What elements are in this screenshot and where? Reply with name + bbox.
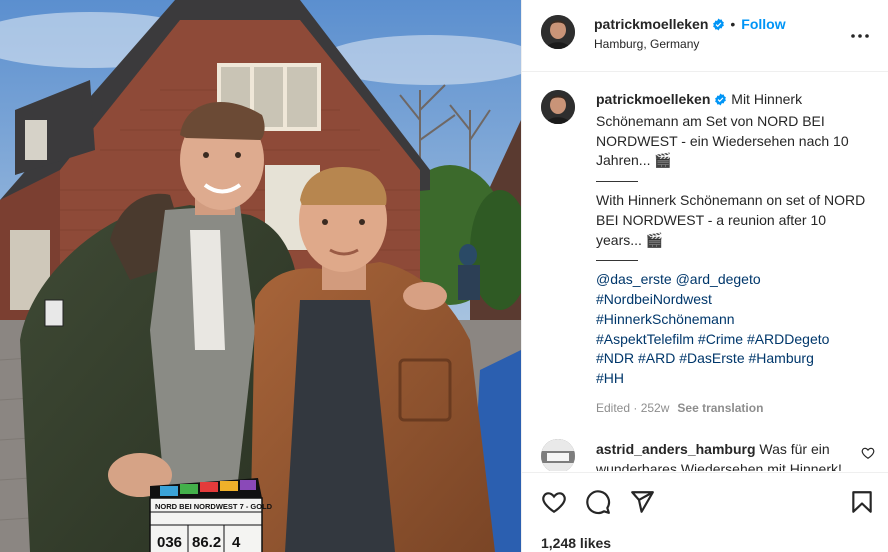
author-avatar[interactable] — [541, 15, 575, 49]
heart-icon[interactable] — [541, 489, 567, 515]
commenter-avatar[interactable] — [541, 439, 575, 471]
clapper-take: 4 — [232, 534, 241, 551]
comment-text: astrid_anders_hamburg Was für ein wunder… — [596, 440, 866, 471]
edited-timestamp: Edited · 252w — [596, 400, 670, 415]
avatar-image — [541, 90, 575, 124]
verified-badge-icon — [712, 17, 725, 35]
post-header: patrickmoelleken • Follow Hamburg, Germany — [522, 0, 888, 72]
post-location[interactable]: Hamburg, Germany — [594, 37, 699, 51]
clapper-scene: 86.2 — [192, 534, 221, 551]
caption-line-en: With Hinnerk Schönemann on set of NORD B… — [596, 191, 866, 248]
comment-item: astrid_anders_hamburg Was für ein wunder… — [541, 437, 881, 471]
verified-badge-icon — [714, 92, 727, 112]
caption-separator: ——— — [596, 251, 638, 268]
clapperboard: NORD BEI NORDWEST 7 - GOLD 036 86.2 4 — [149, 478, 273, 552]
share-icon[interactable] — [629, 489, 655, 515]
post-actions: 1,248 likes — [522, 472, 888, 552]
caption-meta: Edited · 252w See translation — [596, 399, 874, 418]
hashtag-line[interactable]: #AspektTelefilm #Crime #ARDDegeto — [596, 330, 874, 350]
caption-mentions[interactable]: @das_erste @ard_degeto — [596, 270, 874, 290]
clapper-title: NORD BEI NORDWEST 7 - GOLD — [155, 502, 273, 511]
hashtag-line[interactable]: #NDR #ARD #DasErste #Hamburg — [596, 349, 874, 369]
photo-illustration: NORD BEI NORDWEST 7 - GOLD 036 86.2 4 — [0, 0, 521, 552]
clapper-roll: 036 — [157, 534, 182, 551]
author-username[interactable]: patrickmoelleken — [594, 16, 708, 32]
hashtag-line[interactable]: #HinnerkSchönemann — [596, 310, 874, 330]
comment-icon[interactable] — [585, 489, 611, 515]
follow-button[interactable]: Follow — [741, 16, 785, 32]
caption-username[interactable]: patrickmoelleken — [596, 91, 710, 107]
more-options-icon[interactable] — [850, 26, 870, 46]
post-caption: patrickmoelleken Mit Hinnerk Schönemann … — [541, 86, 881, 418]
caption-separator: ——— — [596, 172, 638, 189]
like-count[interactable]: 1,248 likes — [541, 535, 611, 551]
see-translation-button[interactable]: See translation — [677, 401, 763, 415]
bookmark-icon[interactable] — [849, 489, 875, 515]
hashtag-line[interactable]: #HH — [596, 369, 874, 389]
caption-avatar[interactable] — [541, 90, 575, 124]
comment-like-icon[interactable] — [861, 446, 875, 460]
post-photo[interactable]: NORD BEI NORDWEST 7 - GOLD 036 86.2 4 — [0, 0, 521, 552]
hashtag-line[interactable]: #NordbeiNordwest — [596, 290, 874, 310]
comment-username[interactable]: astrid_anders_hamburg — [596, 441, 756, 457]
avatar-image — [541, 439, 575, 471]
post-detail-panel: patrickmoelleken • Follow Hamburg, Germany… — [521, 0, 888, 552]
header-dot: • — [730, 16, 736, 32]
header-name-row: patrickmoelleken • Follow — [594, 15, 786, 35]
avatar-image — [541, 15, 575, 49]
caption-text: patrickmoelleken Mit Hinnerk Schönemann … — [596, 90, 874, 418]
